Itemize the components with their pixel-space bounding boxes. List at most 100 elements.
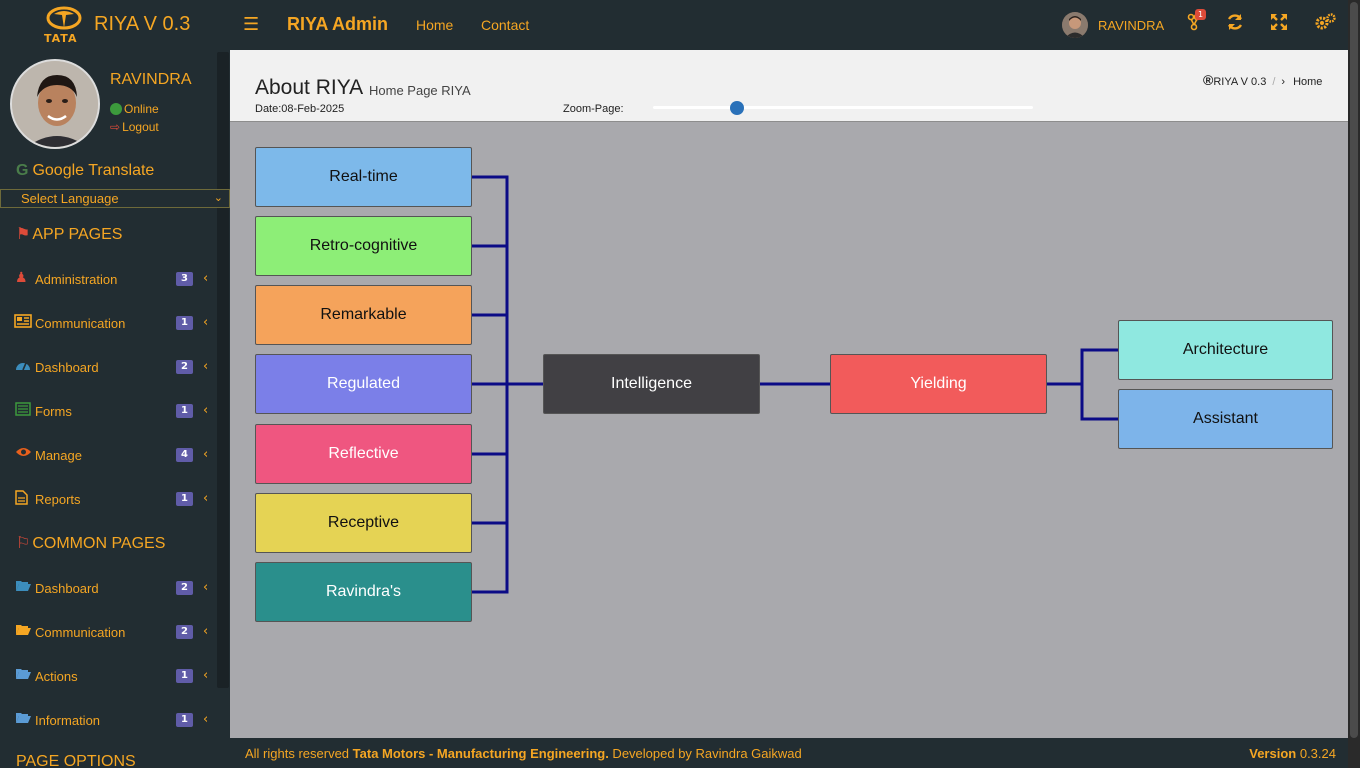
node-yielding[interactable]: Yielding xyxy=(830,354,1047,414)
node-real-time[interactable]: Real-time xyxy=(255,147,472,207)
footer-company[interactable]: Tata Motors - Manufacturing Engineering. xyxy=(353,746,609,761)
node-reflective[interactable]: Reflective xyxy=(255,424,472,484)
folder-open-icon xyxy=(15,579,32,596)
brand-title: RIYA V 0.3 xyxy=(94,13,191,35)
expand-icon[interactable] xyxy=(1269,13,1289,33)
page-options-header: PAGE OPTIONS xyxy=(16,753,136,768)
footer: All rights reserved Tata Motors - Manufa… xyxy=(230,738,1348,768)
file-icon xyxy=(15,490,28,509)
count-badge: 3 xyxy=(176,272,193,286)
node-retro-cognitive[interactable]: Retro-cognitive xyxy=(255,216,472,276)
sidebar-item-reports[interactable]: Reports 1 ‹ xyxy=(0,484,216,514)
refresh-icon[interactable] xyxy=(1225,13,1245,33)
google-translate-label: Google Translate xyxy=(32,162,155,179)
sidebar-item-administration[interactable]: ♟ Administration 3 ‹ xyxy=(0,264,216,294)
profile-avatar xyxy=(10,59,100,149)
chevron-left-icon: ‹ xyxy=(203,315,209,330)
chevron-down-icon: ⌄ xyxy=(213,192,223,204)
sidebar-item-common-communication[interactable]: Communication 2 ‹ xyxy=(0,617,216,647)
online-dot-icon xyxy=(110,103,122,115)
sidebar-item-label: Information xyxy=(35,713,101,728)
count-badge: 1 xyxy=(176,316,193,330)
count-badge: 2 xyxy=(176,625,193,639)
profile-name: RAVINDRA xyxy=(110,71,192,88)
user-secret-icon: ♟ xyxy=(15,270,28,286)
node-architecture[interactable]: Architecture xyxy=(1118,320,1333,380)
flag-outline-icon: ⚐ xyxy=(16,535,31,552)
count-badge: 1 xyxy=(176,713,193,727)
logout-label: Logout xyxy=(122,120,159,134)
sidebar-scrollbar[interactable] xyxy=(217,52,229,688)
user-name: RAVINDRA xyxy=(1098,18,1165,33)
flag-icon: ⚑ xyxy=(16,226,31,243)
sidebar-item-communication[interactable]: Communication 1 ‹ xyxy=(0,308,216,338)
node-remarkable[interactable]: Remarkable xyxy=(255,285,472,345)
sidebar-item-actions[interactable]: Actions 1 ‹ xyxy=(0,661,216,691)
common-pages-header-label: COMMON PAGES xyxy=(32,535,166,552)
top-navbar: TATA RIYA V 0.3 ☰ RIYA Admin Home Contac… xyxy=(0,0,1360,50)
common-pages-header: ⚐ COMMON PAGES xyxy=(16,533,165,553)
sidebar-item-manage[interactable]: Manage 4 ‹ xyxy=(0,440,216,470)
sidebar-item-common-dashboard[interactable]: Dashboard 2 ‹ xyxy=(0,573,216,603)
list-icon xyxy=(15,402,31,420)
node-receptive[interactable]: Receptive xyxy=(255,493,472,553)
notification-badge: 1 xyxy=(1195,9,1207,20)
sidebar-item-label: Dashboard xyxy=(35,581,99,596)
avatar xyxy=(1062,12,1088,38)
sidebar-item-label: Communication xyxy=(35,625,126,640)
language-select-value: Select Language xyxy=(21,191,119,206)
sidebar-item-forms[interactable]: Forms 1 ‹ xyxy=(0,396,216,426)
settings-icon[interactable] xyxy=(1314,13,1336,33)
node-regulated[interactable]: Regulated xyxy=(255,354,472,414)
status-label: Online xyxy=(124,102,159,116)
page-scrollbar[interactable] xyxy=(1348,0,1360,768)
sidebar-item-label: Actions xyxy=(35,669,78,684)
folder-open-icon xyxy=(15,623,32,640)
tata-logo: TATA xyxy=(42,6,86,46)
nav-home-link[interactable]: Home xyxy=(416,17,453,33)
sidebar-item-dashboard[interactable]: Dashboard 2 ‹ xyxy=(0,352,216,382)
app-pages-header: ⚑ APP PAGES xyxy=(16,224,122,244)
footer-prefix: All rights reserved xyxy=(245,746,353,761)
count-badge: 1 xyxy=(176,404,193,418)
count-badge: 1 xyxy=(176,669,193,683)
dashboard-icon xyxy=(15,358,31,376)
node-ravindras[interactable]: Ravindra's xyxy=(255,562,472,622)
count-badge: 4 xyxy=(176,448,193,462)
menu-icon[interactable]: ☰ xyxy=(243,14,259,35)
sidebar-item-label: Forms xyxy=(35,404,72,419)
chevron-left-icon: ‹ xyxy=(203,668,209,683)
page-scrollbar-thumb[interactable] xyxy=(1350,2,1358,738)
sidebar: RAVINDRA Online ⇨ Logout G Google Translat… xyxy=(0,50,230,768)
sidebar-item-label: Communication xyxy=(35,316,126,331)
footer-copyright: All rights reserved Tata Motors - Manufa… xyxy=(245,746,802,761)
chevron-left-icon: ‹ xyxy=(203,403,209,418)
sidebar-item-label: Manage xyxy=(35,448,82,463)
logo-text: TATA xyxy=(44,32,78,45)
folder-open-icon xyxy=(15,667,32,684)
language-select[interactable]: Select Language ⌄ xyxy=(0,189,230,208)
sidebar-item-label: Dashboard xyxy=(35,360,99,375)
brand[interactable]: TATA RIYA V 0.3 xyxy=(42,6,202,46)
google-translate: G Google Translate xyxy=(16,162,154,180)
chevron-left-icon: ‹ xyxy=(203,271,209,286)
count-badge: 1 xyxy=(176,492,193,506)
footer-version: Version 0.3.24 xyxy=(1249,746,1336,761)
nav-contact-link[interactable]: Contact xyxy=(481,17,529,33)
node-intelligence[interactable]: Intelligence xyxy=(543,354,760,414)
sidebar-item-information[interactable]: Information 1 ‹ xyxy=(0,705,216,735)
version-number: 0.3.24 xyxy=(1299,746,1336,761)
logout-link[interactable]: ⇨ Logout xyxy=(110,120,159,134)
chevron-left-icon: ‹ xyxy=(203,447,209,462)
sidebar-item-label: Reports xyxy=(35,492,81,507)
sidebar-item-label: Administration xyxy=(35,272,118,287)
tata-emblem-icon xyxy=(46,6,82,30)
footer-developer: Developed by Ravindra Gaikwad xyxy=(608,746,802,761)
chevron-left-icon: ‹ xyxy=(203,359,209,374)
node-assistant[interactable]: Assistant xyxy=(1118,389,1333,449)
app-pages-header-label: APP PAGES xyxy=(32,226,123,243)
app-name[interactable]: RIYA Admin xyxy=(287,14,388,35)
google-icon: G xyxy=(16,162,29,179)
newspaper-icon xyxy=(14,314,32,332)
chevron-left-icon: ‹ xyxy=(203,580,209,595)
